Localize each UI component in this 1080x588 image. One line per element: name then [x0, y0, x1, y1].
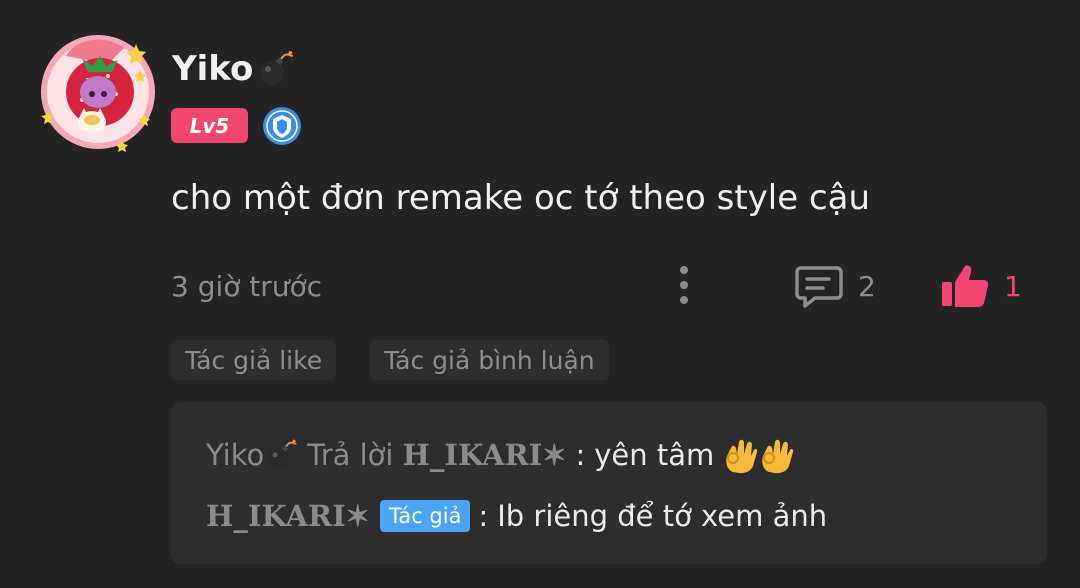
avatar[interactable] [36, 30, 160, 154]
reply-text: Ib riêng để tớ xem ảnh [497, 499, 828, 533]
ok-hand-icon [723, 436, 759, 474]
author-badge: Tác giả [379, 500, 471, 532]
reply-item[interactable]: H_IKARI✶ Tác giả : Ib riêng để tớ xem ản… [206, 494, 827, 538]
more-options-icon[interactable] [668, 262, 700, 308]
timestamp: 3 giờ trước [171, 270, 323, 303]
reply-icon[interactable] [793, 262, 845, 310]
username[interactable]: Yiko [172, 46, 295, 92]
bomb-icon [264, 438, 298, 472]
replies-panel[interactable]: Yiko Trả lời H_IKARI✶ : yên tâm H_IKARI✶… [171, 402, 1047, 564]
reply-separator: : [575, 438, 586, 472]
comment-card: Yiko Lv5 cho một đơn remake oc tớ theo s… [0, 0, 1080, 588]
author-liked-tag: Tác giả like [171, 340, 337, 380]
comment-text: cho một đơn remake oc tớ theo style cậu [171, 178, 871, 218]
reply-separator: : [478, 499, 489, 533]
reply-author[interactable]: Yiko [206, 438, 264, 472]
like-count: 1 [1004, 270, 1022, 303]
reply-text: yên tâm [594, 438, 715, 472]
reply-action: Trả lời [307, 438, 394, 472]
ok-hand-icon [759, 436, 795, 474]
bomb-icon [255, 49, 295, 89]
reply-target[interactable]: H_IKARI✶ [402, 438, 566, 472]
avatar-image [41, 35, 155, 152]
thumbs-up-icon[interactable] [940, 262, 990, 310]
reply-author[interactable]: H_IKARI✶ [206, 499, 370, 533]
blue-shield-badge-icon [262, 106, 302, 146]
author-commented-tag: Tác giả bình luận [370, 340, 609, 380]
reply-item[interactable]: Yiko Trả lời H_IKARI✶ : yên tâm [206, 433, 795, 477]
username-text: Yiko [172, 49, 254, 89]
reply-count: 2 [858, 270, 876, 303]
level-badge: Lv5 [171, 108, 248, 143]
